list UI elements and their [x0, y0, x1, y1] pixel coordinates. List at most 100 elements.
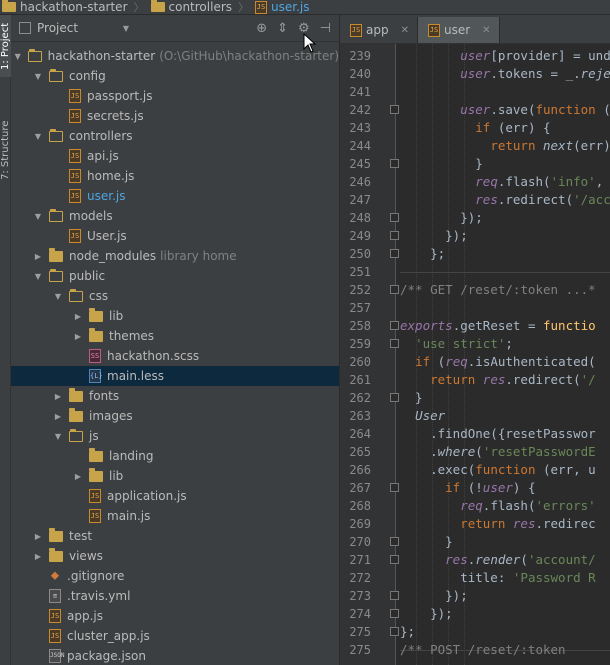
tree-item[interactable]: JSON package.json: [11, 646, 339, 665]
tree-item[interactable]: ▶ node_modules library home: [11, 246, 339, 266]
code-view[interactable]: user[provider] = undef user.tokens = _.r…: [400, 44, 610, 665]
tree-item[interactable]: ▶ images: [11, 406, 339, 426]
tree-item[interactable]: SS hackathon.scss: [11, 346, 339, 366]
expanded-arrow-icon[interactable]: ▼: [53, 292, 63, 301]
tree-item[interactable]: ▶ test: [11, 526, 339, 546]
tree-item[interactable]: JS app.js: [11, 606, 339, 626]
tree-item[interactable]: JS User.js: [11, 226, 339, 246]
tool-window-strip: 1: Project 7: Structure: [0, 15, 14, 665]
collapsed-arrow-icon[interactable]: ▶: [73, 332, 83, 341]
collapse-icon[interactable]: ⇕: [277, 21, 288, 36]
editor-tabs: JS app ✕ JS user ✕: [340, 15, 610, 44]
tree-item[interactable]: JS application.js: [11, 486, 339, 506]
tree-item[interactable]: JS user.js: [11, 186, 339, 206]
hide-icon[interactable]: ⊣: [320, 21, 331, 36]
breadcrumb-item[interactable]: hackathon-starter 〉: [0, 0, 149, 15]
tree-item-label: user.js: [87, 189, 126, 203]
tree-item-label: package.json: [67, 649, 147, 663]
line-number: 258: [349, 319, 371, 333]
fold-marker-icon[interactable]: [390, 231, 399, 240]
code-token: user: [460, 66, 491, 81]
collapsed-arrow-icon[interactable]: ▶: [33, 532, 43, 541]
tree-item[interactable]: ▼ models: [11, 206, 339, 226]
collapsed-arrow-icon[interactable]: ▶: [73, 472, 83, 481]
tree-item[interactable]: ▶ fonts: [11, 386, 339, 406]
tree-item[interactable]: ▼ config: [11, 66, 339, 86]
breadcrumb-item[interactable]: controllers 〉: [149, 0, 254, 15]
fold-marker-icon[interactable]: [390, 249, 399, 258]
close-icon[interactable]: ✕: [482, 25, 490, 36]
tree-item[interactable]: ▼ hackathon-starter (O:\GitHub\hackathon-s…: [11, 46, 339, 66]
editor-tab-user[interactable]: JS user ✕: [417, 17, 500, 43]
tree-item[interactable]: JS passport.js: [11, 86, 339, 106]
collapsed-arrow-icon[interactable]: ▶: [73, 312, 83, 321]
close-icon[interactable]: ✕: [401, 25, 409, 36]
tree-item[interactable]: JS cluster_app.js: [11, 626, 339, 646]
folder-icon: [69, 428, 83, 442]
tree-item-label: css: [89, 289, 109, 303]
expanded-arrow-icon[interactable]: ▼: [33, 212, 43, 221]
tree-item[interactable]: ▼ css: [11, 286, 339, 306]
fold-marker-icon[interactable]: [390, 591, 399, 600]
expanded-arrow-icon[interactable]: ▼: [33, 272, 43, 281]
fold-marker-icon[interactable]: [390, 105, 399, 114]
tree-item[interactable]: ▼ js: [11, 426, 339, 446]
breadcrumb-item[interactable]: JS user.js: [253, 0, 313, 15]
tree-item[interactable]: ▼ controllers: [11, 126, 339, 146]
project-view-selector[interactable]: Project ▼: [19, 18, 129, 38]
code-token: '/: [580, 372, 596, 387]
line-number: 273: [349, 589, 371, 603]
line-number: 247: [349, 193, 371, 207]
method-separator: [400, 272, 610, 273]
fold-marker-icon[interactable]: [390, 609, 399, 618]
fold-marker-icon[interactable]: [390, 483, 399, 492]
expanded-arrow-icon[interactable]: ▼: [13, 52, 22, 61]
editor-area: JS app ✕ JS user ✕ 239 240 241 242 243 244 245 246 24…: [340, 15, 610, 665]
expanded-arrow-icon[interactable]: ▼: [33, 72, 43, 81]
line-number: 245: [349, 157, 371, 171]
fold-marker-icon[interactable]: [390, 393, 399, 402]
collapsed-arrow-icon[interactable]: ▶: [33, 252, 43, 261]
collapsed-arrow-icon[interactable]: ▶: [53, 392, 63, 401]
collapsed-arrow-icon[interactable]: ▶: [53, 412, 63, 421]
expanded-arrow-icon[interactable]: ▼: [53, 432, 63, 441]
tree-item[interactable]: {L} main.less: [11, 366, 339, 386]
tree-item[interactable]: ▶ lib: [11, 466, 339, 486]
tree-item[interactable]: ▶ views: [11, 546, 339, 566]
code-line: if (!user) {: [400, 479, 535, 497]
code-token: req: [475, 174, 498, 189]
editor-tab-app[interactable]: JS app ✕: [340, 17, 418, 43]
fold-marker-icon[interactable]: [390, 159, 399, 168]
editor-tab-label: app: [366, 23, 389, 37]
tree-item[interactable]: ▶ lib: [11, 306, 339, 326]
code-token: if: [475, 120, 491, 135]
line-number: 263: [349, 409, 371, 423]
tree-item[interactable]: ▶ themes: [11, 326, 339, 346]
code-line: .where('resetPasswordE: [400, 443, 596, 461]
js-file-icon: JS: [69, 109, 81, 123]
tree-item[interactable]: JS main.js: [11, 506, 339, 526]
tree-item-label: images: [89, 409, 133, 423]
tree-item[interactable]: JS api.js: [11, 146, 339, 166]
tree-item[interactable]: landing: [11, 446, 339, 466]
line-number: 262: [349, 391, 371, 405]
collapsed-arrow-icon[interactable]: ▶: [33, 552, 43, 561]
expanded-arrow-icon[interactable]: ▼: [33, 132, 43, 141]
fold-marker-icon[interactable]: [390, 285, 399, 294]
code-line: return next(err);: [400, 137, 610, 155]
tree-item[interactable]: ⬥ .gitignore: [11, 566, 339, 586]
tree-item[interactable]: JS secrets.js: [11, 106, 339, 126]
tree-item[interactable]: ▼ public: [11, 266, 339, 286]
fold-marker-icon[interactable]: [390, 627, 399, 636]
fold-marker-icon[interactable]: [390, 555, 399, 564]
fold-marker-icon[interactable]: [390, 321, 399, 330]
tree-item[interactable]: JS home.js: [11, 166, 339, 186]
fold-marker-icon[interactable]: [390, 213, 399, 222]
target-icon[interactable]: ⊕: [256, 21, 267, 36]
tree-item-label: app.js: [67, 609, 103, 623]
fold-marker-icon[interactable]: [390, 537, 399, 546]
tree-item[interactable]: ≡ .travis.yml: [11, 586, 339, 606]
fold-marker-icon[interactable]: [390, 339, 399, 348]
